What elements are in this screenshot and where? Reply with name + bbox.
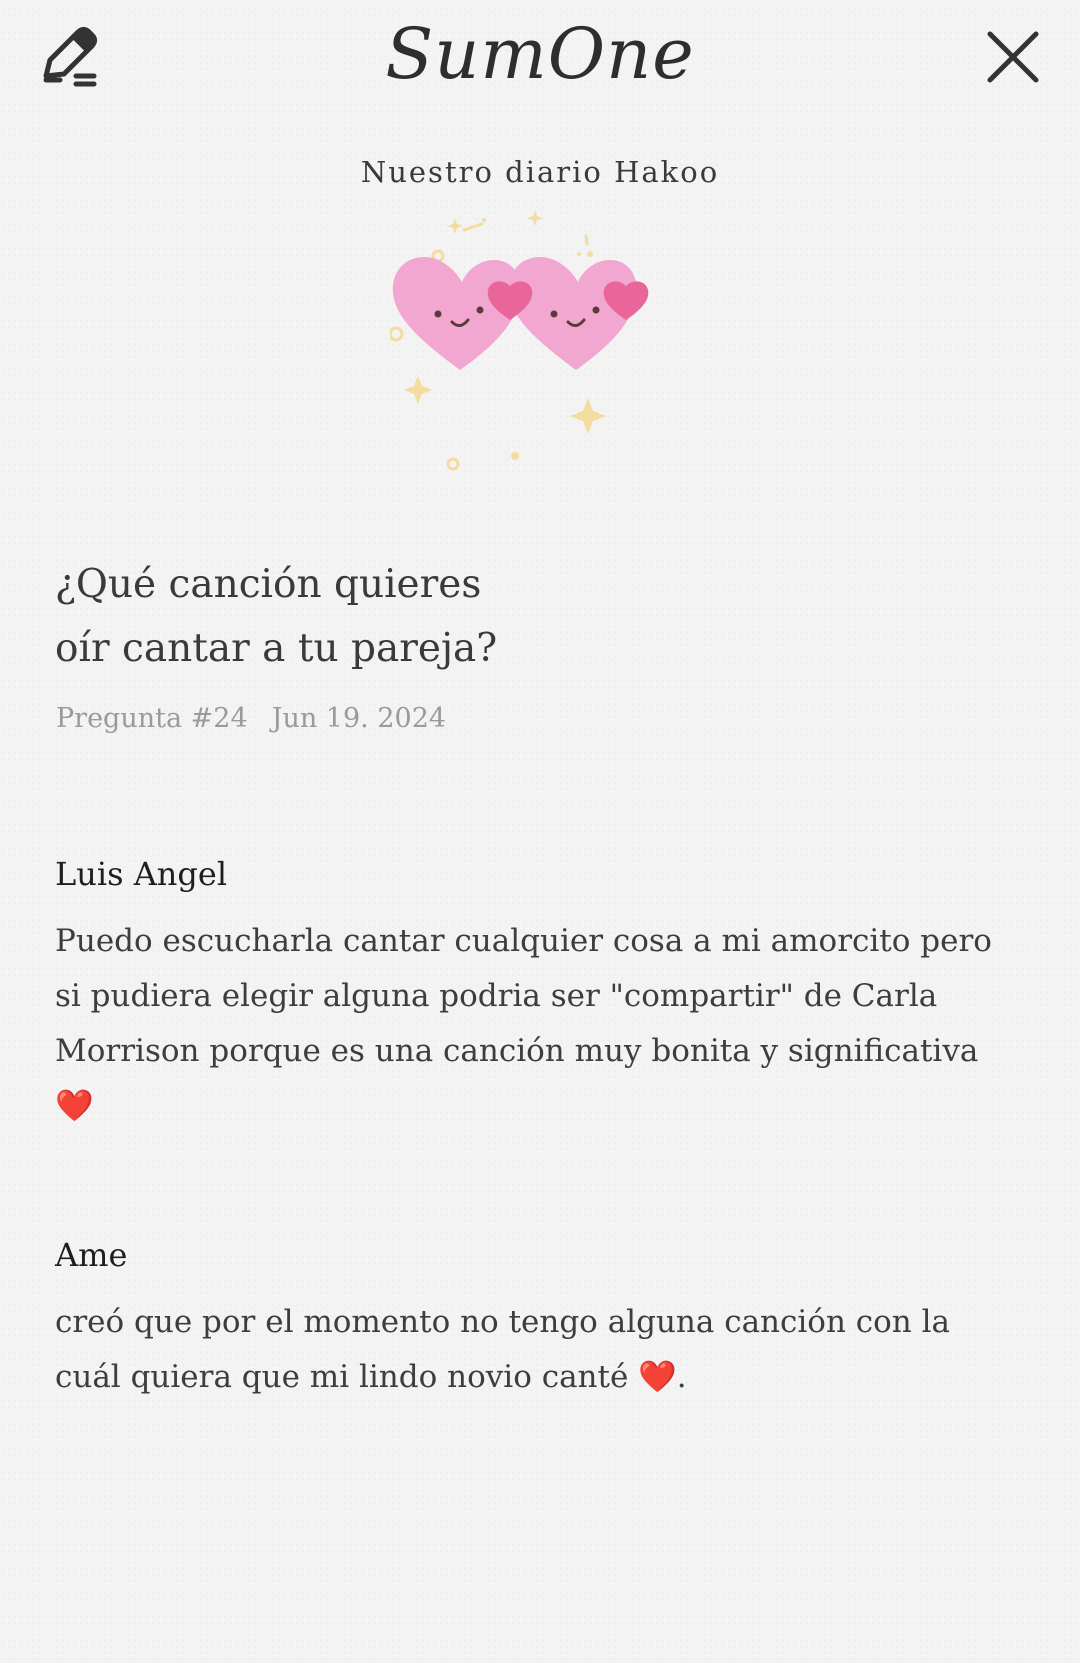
question-text: ¿Qué canción quieres oír cantar a tu par…: [55, 562, 498, 671]
answer-author-name: Ame: [55, 1236, 128, 1274]
app-logo: SumOne: [385, 13, 695, 95]
answer-text: creó que por el momento no tengo alguna …: [55, 1304, 951, 1395]
close-icon: [987, 31, 1039, 83]
question-number: Pregunta #24: [56, 703, 248, 734]
diary-title: Nuestro diario Hakoo: [360, 155, 720, 189]
twin-hearts-illustration: [388, 210, 690, 480]
close-button[interactable]: [984, 28, 1042, 86]
answer-text: Puedo escucharla cantar cualquier cosa a…: [55, 923, 992, 1124]
question-meta: Pregunta #24 Jun 19. 2024: [56, 703, 446, 734]
answer-author-name: Luis Angel: [55, 855, 228, 893]
question-date: Jun 19. 2024: [271, 703, 447, 734]
